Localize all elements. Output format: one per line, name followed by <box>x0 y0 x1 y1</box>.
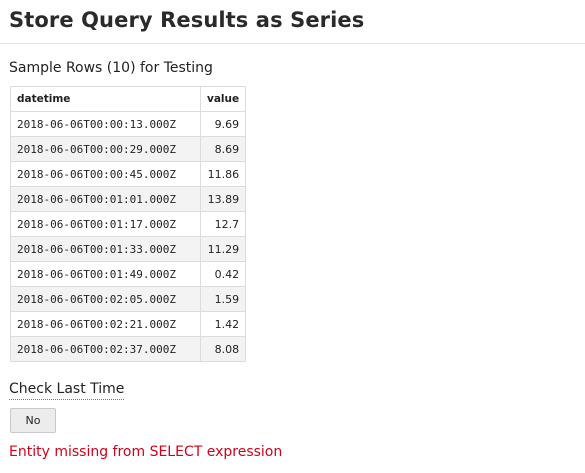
value-cell: 11.86 <box>199 161 247 187</box>
value-cell: 1.42 <box>199 311 247 337</box>
check-last-time-toggle[interactable]: No <box>10 408 56 433</box>
column-header-datetime: datetime <box>10 86 201 112</box>
table-row: 2018-06-06T00:02:21.000Z 1.42 <box>10 311 247 337</box>
table-row: 2018-06-06T00:01:49.000Z 0.42 <box>10 261 247 287</box>
column-header-value: value <box>199 86 247 112</box>
table-row: 2018-06-06T00:00:29.000Z 8.69 <box>10 136 247 162</box>
table-row: 2018-06-06T00:02:37.000Z 8.08 <box>10 336 247 362</box>
page-header: Store Query Results as Series <box>0 0 585 44</box>
datetime-cell: 2018-06-06T00:02:21.000Z <box>10 311 201 337</box>
table-row: 2018-06-06T00:02:05.000Z 1.59 <box>10 286 247 312</box>
value-cell: 11.29 <box>199 236 247 262</box>
datetime-cell: 2018-06-06T00:02:05.000Z <box>10 286 201 312</box>
table-row: 2018-06-06T00:00:13.000Z 9.69 <box>10 111 247 137</box>
value-cell: 9.69 <box>199 111 247 137</box>
value-cell: 13.89 <box>199 186 247 212</box>
datetime-cell: 2018-06-06T00:01:49.000Z <box>10 261 201 287</box>
value-cell: 8.69 <box>199 136 247 162</box>
table-row: 2018-06-06T00:01:01.000Z 13.89 <box>10 186 247 212</box>
table-header-row: datetime value <box>10 86 247 112</box>
datetime-cell: 2018-06-06T00:00:29.000Z <box>10 136 201 162</box>
table-row: 2018-06-06T00:01:33.000Z 11.29 <box>10 236 247 262</box>
value-cell: 0.42 <box>199 261 247 287</box>
sample-rows-heading: Sample Rows (10) for Testing <box>9 60 213 76</box>
datetime-cell: 2018-06-06T00:01:17.000Z <box>10 211 201 237</box>
value-cell: 12.7 <box>199 211 247 237</box>
error-message: Entity missing from SELECT expression <box>9 444 283 460</box>
datetime-cell: 2018-06-06T00:01:01.000Z <box>10 186 201 212</box>
value-cell: 1.59 <box>199 286 247 312</box>
datetime-cell: 2018-06-06T00:00:13.000Z <box>10 111 201 137</box>
table-row: 2018-06-06T00:00:45.000Z 11.86 <box>10 161 247 187</box>
datetime-cell: 2018-06-06T00:01:33.000Z <box>10 236 201 262</box>
check-last-time-label: Check Last Time <box>9 381 125 400</box>
datetime-cell: 2018-06-06T00:00:45.000Z <box>10 161 201 187</box>
table-row: 2018-06-06T00:01:17.000Z 12.7 <box>10 211 247 237</box>
sample-rows-table: datetime value 2018-06-06T00:00:13.000Z … <box>10 86 247 362</box>
datetime-cell: 2018-06-06T00:02:37.000Z <box>10 336 201 362</box>
value-cell: 8.08 <box>199 336 247 362</box>
page-title: Store Query Results as Series <box>9 8 365 32</box>
